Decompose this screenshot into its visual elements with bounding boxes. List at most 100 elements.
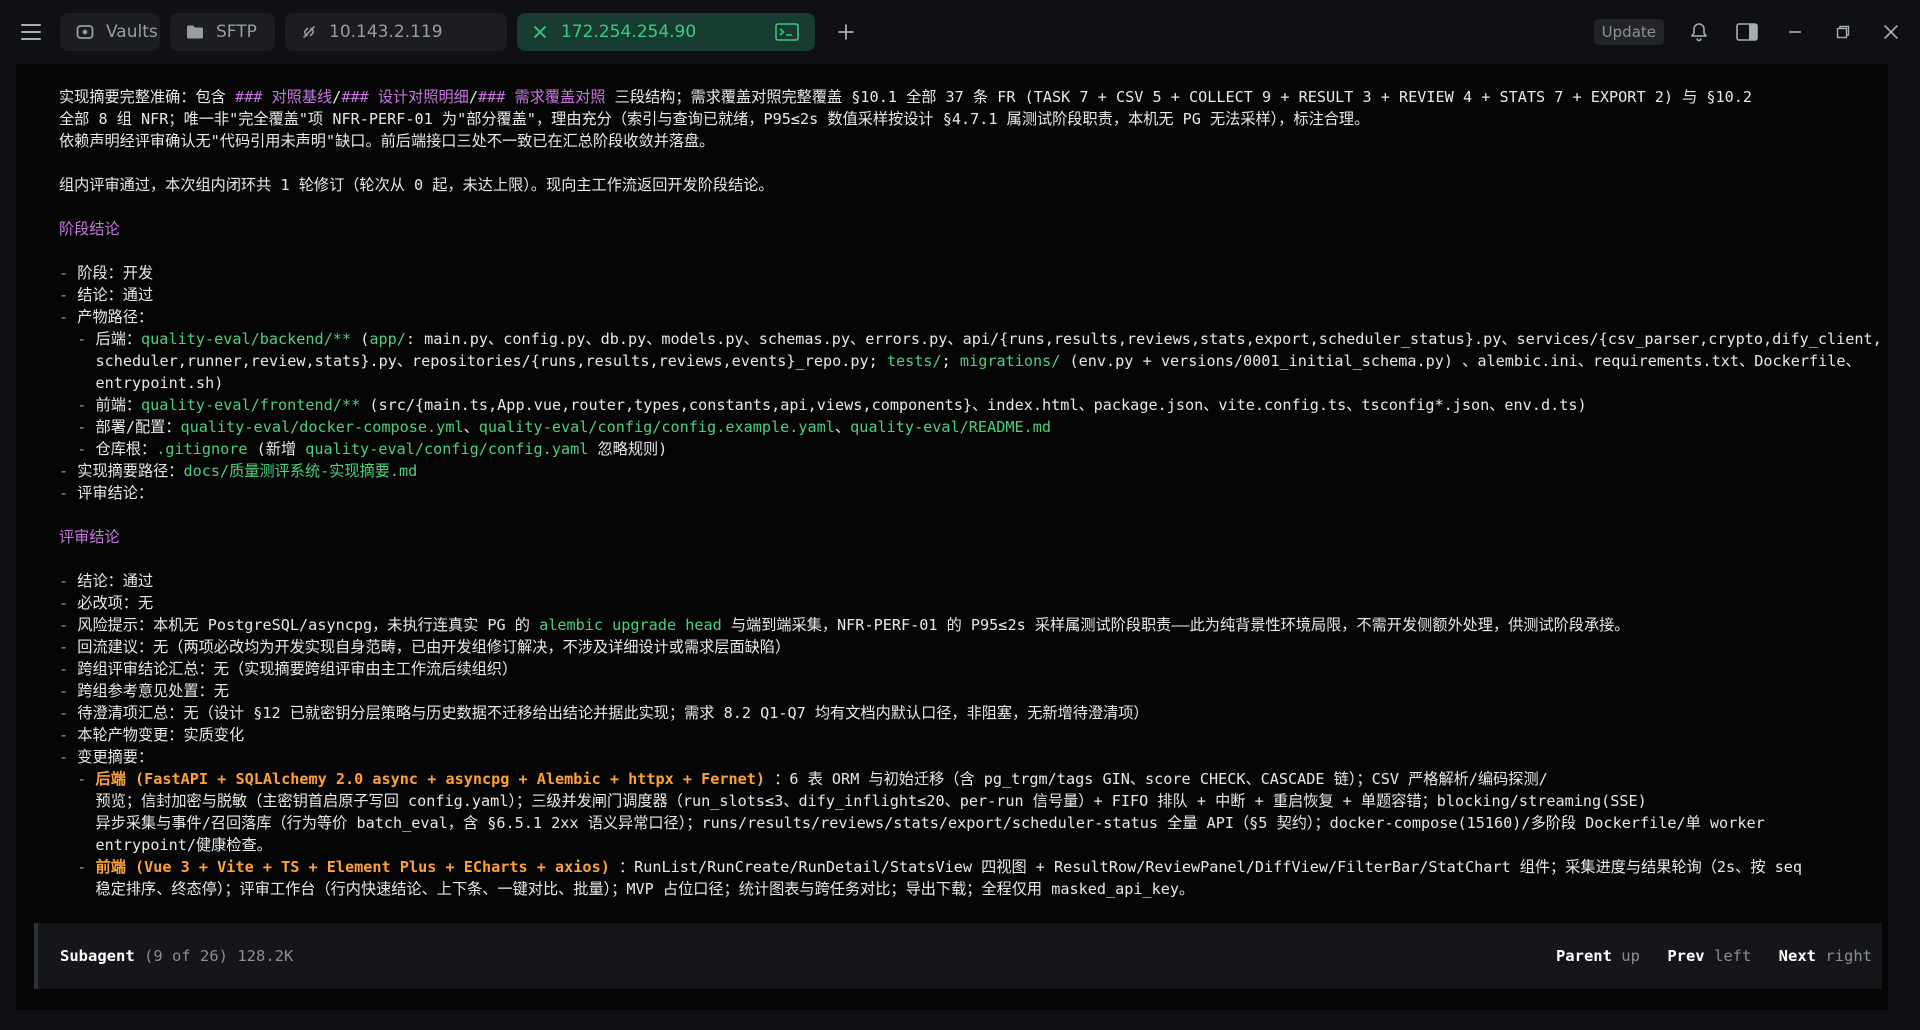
terminal-text-segment: 跨组参考意见处置：无 xyxy=(77,682,229,700)
terminal-text-segment: scheduler,runner,review,stats}.py、reposi… xyxy=(59,352,887,370)
terminal-line: - 后端 (FastAPI + SQLAlchemy 2.0 async + a… xyxy=(59,768,1849,790)
terminal-line: - 本轮产物变更：实质变化 xyxy=(59,724,1849,746)
terminal-line: - 待澄清项汇总：无（设计 §12 已就密钥分层策略与历史数据不迁移给出结论并据… xyxy=(59,702,1849,724)
disconnected-icon xyxy=(303,26,315,38)
parent-label: Parent xyxy=(1555,947,1612,965)
side-panel-toggle-icon[interactable] xyxy=(1734,19,1760,45)
terminal-text-segment: 忽略规则) xyxy=(588,440,668,458)
terminal-line: 实现摘要完整准确：包含 ### 对照基线/### 设计对照明细/### 需求覆盖… xyxy=(59,86,1849,108)
tab-sftp[interactable]: SFTP xyxy=(170,13,275,51)
terminal-text-segment: migrations/ xyxy=(959,352,1061,370)
terminal-text-segment: - xyxy=(59,418,96,436)
terminal-text-segment: - xyxy=(59,682,78,700)
terminal-text-segment: 阶段结论 xyxy=(59,220,120,238)
terminal-line: entrypoint.sh) xyxy=(59,372,1849,394)
parent-nav[interactable]: Parent up xyxy=(1556,947,1649,965)
terminal-text-segment: 产物路径： xyxy=(77,308,154,326)
prev-key: left xyxy=(1713,947,1752,965)
terminal-text-segment: 本轮产物变更：实质变化 xyxy=(77,726,245,744)
update-button[interactable]: Update xyxy=(1593,19,1664,45)
terminal-line: - 产物路径： xyxy=(59,306,1849,328)
terminal-line: 全部 8 组 NFR；唯一非"完全覆盖"项 NFR-PERF-01 为"部分覆盖… xyxy=(59,108,1849,130)
tab-host2-label: 172.254.254.90 xyxy=(561,22,697,42)
bell-icon[interactable] xyxy=(1686,19,1712,45)
terminal-text-segment: quality-eval/backend/** xyxy=(141,330,352,348)
terminal-line: - 跨组参考意见处置：无 xyxy=(59,680,1849,702)
terminal-line: 依赖声明经评审确认无"代码引用未声明"缺口。前后端接口三处不一致已在汇总阶段收敛… xyxy=(59,130,1849,152)
terminal-line: - 结论：通过 xyxy=(59,284,1849,306)
subagent-size: 128.2K xyxy=(237,947,294,965)
terminal-line: - 风险提示：本机无 PostgreSQL/asyncpg，未执行连真实 PG … xyxy=(59,614,1849,636)
folder-icon xyxy=(187,25,203,39)
terminal-text-segment: : main.py、config.py、db.py、models.py、sche… xyxy=(405,330,1882,348)
restore-icon[interactable] xyxy=(1830,19,1856,45)
subagent-label: Subagent xyxy=(60,947,135,965)
terminal-text-segment: / xyxy=(332,88,342,106)
terminal-text-segment: 风险提示：本机无 PostgreSQL/asyncpg，未执行连真实 PG 的 xyxy=(77,616,540,634)
plus-icon xyxy=(838,24,854,40)
terminal-text-segment: 评审结论： xyxy=(77,484,154,502)
terminal-text-segment: 实现摘要路径： xyxy=(77,462,184,480)
subagent-nav: Parent up Prev left Next right xyxy=(1538,947,1872,965)
terminal-text-segment: entrypoint.sh) xyxy=(59,374,224,392)
terminal-line: - 仓库根：.gitignore (新增 quality-eval/config… xyxy=(59,438,1849,460)
terminal-text-segment: - xyxy=(59,308,78,326)
terminal-text-segment: alembic upgrade head xyxy=(539,616,722,634)
terminal-text-segment: 、 xyxy=(834,418,851,436)
terminal-text-segment: entrypoint/健康检查。 xyxy=(59,836,272,854)
terminal-text: 实现摘要完整准确：包含 ### 对照基线/### 设计对照明细/### 需求覆盖… xyxy=(59,86,1882,900)
tab-vaults[interactable]: Vaults xyxy=(60,13,160,51)
window-controls: Update xyxy=(1593,19,1904,45)
terminal-text-segment: - xyxy=(59,330,96,348)
terminal-text-segment: 异步采集与事件/召回落库（行为等价 batch_eval，含 §6.5.1 2x… xyxy=(59,814,1765,832)
minimize-icon[interactable] xyxy=(1782,19,1808,45)
terminal-text-segment: quality-eval/config/config.yaml xyxy=(305,440,589,458)
terminal-line: - 结论：通过 xyxy=(59,570,1849,592)
terminal-line: 阶段结论 xyxy=(59,218,1849,240)
terminal-line: - 跨组评审结论汇总：无（实现摘要跨组评审由主工作流后续组织） xyxy=(59,658,1849,680)
terminal-text-segment: 三段结构；需求覆盖对照完整覆盖 §10.1 全部 37 条 FR (TASK 7… xyxy=(605,88,1753,106)
terminal-output[interactable]: 实现摘要完整准确：包含 ### 对照基线/### 设计对照明细/### 需求覆盖… xyxy=(16,64,1888,1010)
close-tab-icon[interactable] xyxy=(533,25,547,39)
terminal-text-segment: 前端： xyxy=(95,396,142,414)
terminal-line: - 前端 (Vue 3 + Vite + TS + Element Plus +… xyxy=(59,856,1849,878)
terminal-text-segment: 必改项：无 xyxy=(77,594,154,612)
terminal-text-segment: 与端到端采集，NFR-PERF-01 的 P95≤2s 采样属测试阶段职责——此… xyxy=(721,616,1630,634)
terminal-text-segment: ：6 表 ORM 与初始迁移（含 pg_trgm/tags GIN、score … xyxy=(765,770,1548,788)
terminal-text-segment: (新增 xyxy=(247,440,306,458)
terminal-text-segment: - xyxy=(59,616,78,634)
next-nav[interactable]: Next right xyxy=(1779,947,1872,965)
tab-vaults-label: Vaults xyxy=(106,22,158,42)
terminal-line: - 阶段：开发 xyxy=(59,262,1849,284)
prev-nav[interactable]: Prev left xyxy=(1667,947,1760,965)
terminal-text-segment: 全部 8 组 NFR；唯一非"完全覆盖"项 NFR-PERF-01 为"部分覆盖… xyxy=(59,110,1370,128)
close-window-icon[interactable] xyxy=(1878,19,1904,45)
terminal-text-segment: 阶段：开发 xyxy=(77,264,154,282)
terminal-text-segment: 稳定排序、终态停）；评审工作台（行内快速结论、上下条、一键对比、批量）；MVP … xyxy=(59,880,1195,898)
terminal-text-segment: ### 设计对照明细 xyxy=(341,88,469,106)
terminal-text-segment: (env.py + versions/0001_initial_schema.p… xyxy=(1060,352,1861,370)
top-tab-bar: Vaults SFTP 10.143.2.119 172.254.254.90 xyxy=(0,0,1920,64)
next-label: Next xyxy=(1778,947,1816,965)
next-key: right xyxy=(1825,947,1872,965)
terminal-text-segment: - xyxy=(59,748,78,766)
terminal-text-segment: - xyxy=(59,638,78,656)
menu-icon[interactable] xyxy=(16,17,46,47)
terminal-line: 稳定排序、终态停）；评审工作台（行内快速结论、上下条、一键对比、批量）；MVP … xyxy=(59,878,1849,900)
tab-host-172-254-254-90[interactable]: 172.254.254.90 xyxy=(517,13,815,51)
terminal-text-segment: 仓库根： xyxy=(95,440,157,458)
terminal-line: 评审结论 xyxy=(59,526,1849,548)
terminal-line: scheduler,runner,review,stats}.py、reposi… xyxy=(59,350,1861,372)
terminal-text-segment: - xyxy=(59,704,78,722)
add-tab-button[interactable] xyxy=(829,15,863,49)
terminal-text-segment: .gitignore xyxy=(156,440,248,458)
terminal-text-segment: - xyxy=(59,572,78,590)
terminal-line: 异步采集与事件/召回落库（行为等价 batch_eval，含 §6.5.1 2x… xyxy=(59,812,1849,834)
tab-host-10-143-2-119[interactable]: 10.143.2.119 xyxy=(285,13,507,51)
prev-label: Prev xyxy=(1667,947,1705,965)
